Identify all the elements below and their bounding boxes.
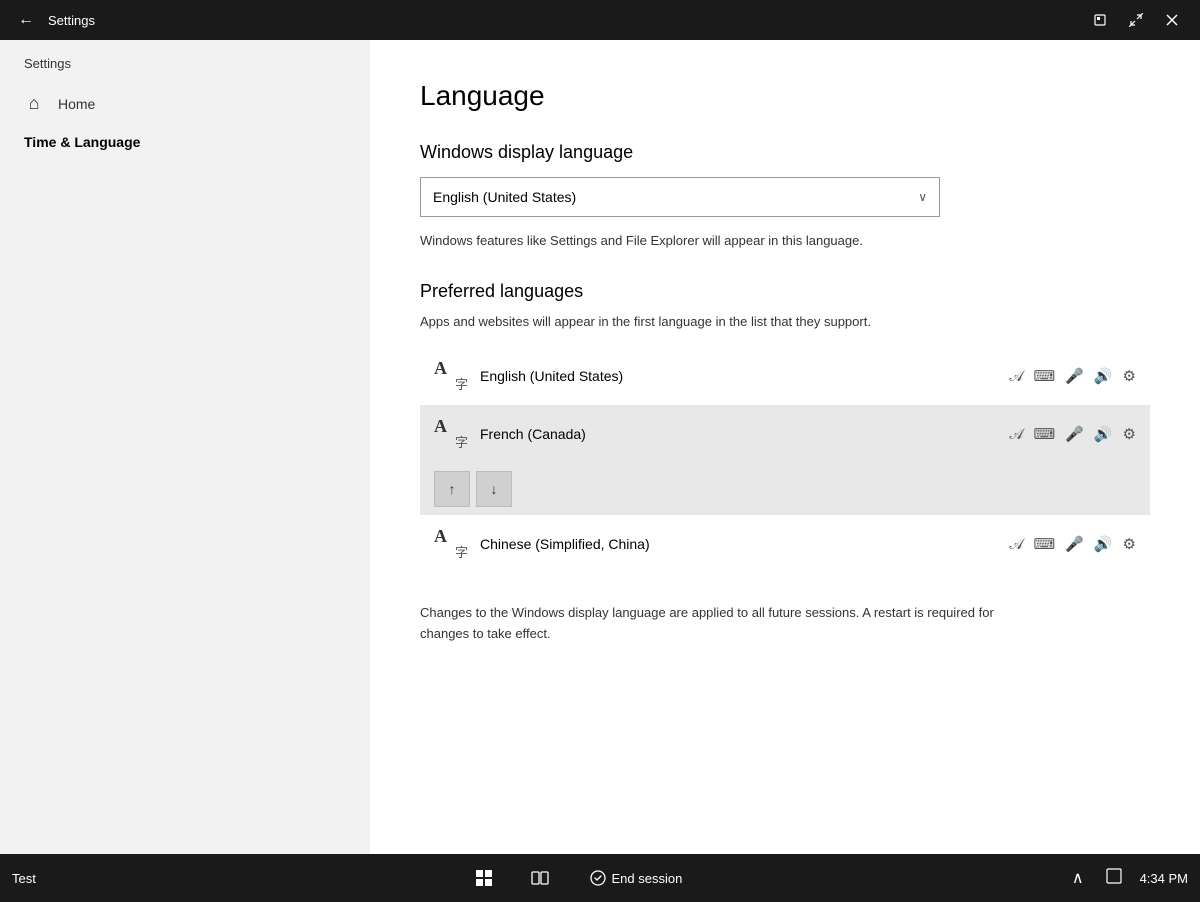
chevron-up-icon[interactable]: ∧	[1068, 864, 1088, 892]
keyboard-icon-zh: ⌨	[1034, 535, 1056, 553]
taskbar-right: ∧ 4:34 PM	[1068, 864, 1188, 893]
close-button[interactable]	[1156, 4, 1188, 36]
display-language-dropdown[interactable]: English (United States) ∨	[420, 177, 940, 217]
changes-note: Changes to the Windows display language …	[420, 603, 1020, 645]
preferred-languages-desc: Apps and websites will appear in the fir…	[420, 312, 1150, 332]
window-controls	[1084, 4, 1188, 36]
keyboard-icon-fr: ⌨	[1034, 425, 1056, 443]
display-language-title: Windows display language	[420, 142, 1150, 163]
lang-features-chinese: 𝒜 ⌨ 🎤 🔊 ⚙	[1009, 535, 1136, 553]
lang-name-english: English (United States)	[480, 368, 1009, 384]
handwriting-icon-zh: 𝒜	[1009, 536, 1023, 553]
lang-item-english[interactable]: A 字 English (United States) 𝒜 ⌨ 🎤 🔊 ⚙	[420, 347, 1150, 405]
settings-icon-fr: ⚙	[1123, 425, 1136, 443]
pin-button[interactable]	[1084, 4, 1116, 36]
taskbar: Test End session ∧	[0, 854, 1200, 902]
lang-icon-english: A 字	[434, 359, 468, 393]
page-title: Language	[420, 80, 1150, 112]
move-up-button[interactable]: ↑	[434, 471, 470, 507]
end-session-label: End session	[612, 871, 683, 886]
start-button[interactable]	[468, 862, 500, 894]
content-area: Language Windows display language Englis…	[370, 40, 1200, 854]
notification-icon[interactable]	[1102, 864, 1126, 893]
lang-name-chinese: Chinese (Simplified, China)	[480, 536, 1009, 552]
sidebar-item-home-label: Home	[58, 96, 95, 112]
language-list: A 字 English (United States) 𝒜 ⌨ 🎤 🔊 ⚙ A …	[420, 347, 1150, 573]
home-icon: ⌂	[24, 93, 44, 114]
mic-icon-zh: 🎤	[1065, 535, 1084, 553]
titlebar: ← Settings	[0, 0, 1200, 40]
dropdown-value: English (United States)	[433, 189, 576, 205]
sidebar-header: Settings	[0, 40, 370, 83]
keyboard-icon: ⌨	[1034, 367, 1056, 385]
back-button[interactable]: ←	[12, 6, 40, 34]
lang-icon-french: A 字	[434, 417, 468, 451]
sidebar-item-time-language-label: Time & Language	[24, 134, 140, 150]
handwriting-icon-fr: 𝒜	[1009, 426, 1023, 443]
lang-icon-chinese: A 字	[434, 527, 468, 561]
lang-features-french: 𝒜 ⌨ 🎤 🔊 ⚙	[1009, 425, 1136, 443]
taskbar-label: Test	[12, 871, 92, 886]
lang-features-english: 𝒜 ⌨ 🎤 🔊 ⚙	[1009, 367, 1136, 385]
handwriting-icon: 𝒜	[1009, 368, 1023, 385]
display-language-desc: Windows features like Settings and File …	[420, 231, 1150, 251]
main-layout: Settings ⌂ Home Time & Language Language…	[0, 40, 1200, 854]
maximize-button[interactable]	[1120, 4, 1152, 36]
chevron-down-icon: ∨	[918, 190, 927, 204]
text-to-speech-icon-zh: 🔊	[1094, 535, 1113, 553]
taskbar-center: End session	[92, 862, 1068, 894]
text-to-speech-icon-fr: 🔊	[1094, 425, 1113, 443]
sidebar: Settings ⌂ Home Time & Language	[0, 40, 370, 854]
sidebar-item-home[interactable]: ⌂ Home	[0, 83, 370, 124]
mic-icon-fr: 🎤	[1065, 425, 1084, 443]
lang-item-chinese[interactable]: A 字 Chinese (Simplified, China) 𝒜 ⌨ 🎤 🔊 …	[420, 515, 1150, 573]
settings-icon-zh: ⚙	[1123, 535, 1136, 553]
text-to-speech-icon: 🔊	[1094, 367, 1113, 385]
mic-icon: 🎤	[1065, 367, 1084, 385]
preferred-languages-title: Preferred languages	[420, 281, 1150, 302]
reorder-buttons: ↑ ↓	[420, 463, 1150, 515]
settings-icon: ⚙	[1123, 367, 1136, 385]
sidebar-item-time-language[interactable]: Time & Language	[0, 124, 370, 160]
titlebar-title: Settings	[48, 13, 1084, 28]
move-down-button[interactable]: ↓	[476, 471, 512, 507]
end-session-button[interactable]: End session	[580, 866, 693, 890]
taskbar-time: 4:34 PM	[1140, 871, 1188, 886]
lang-name-french: French (Canada)	[480, 426, 1009, 442]
lang-item-french[interactable]: A 字 French (Canada) 𝒜 ⌨ 🎤 🔊 ⚙	[420, 405, 1150, 463]
task-view-button[interactable]	[524, 862, 556, 894]
